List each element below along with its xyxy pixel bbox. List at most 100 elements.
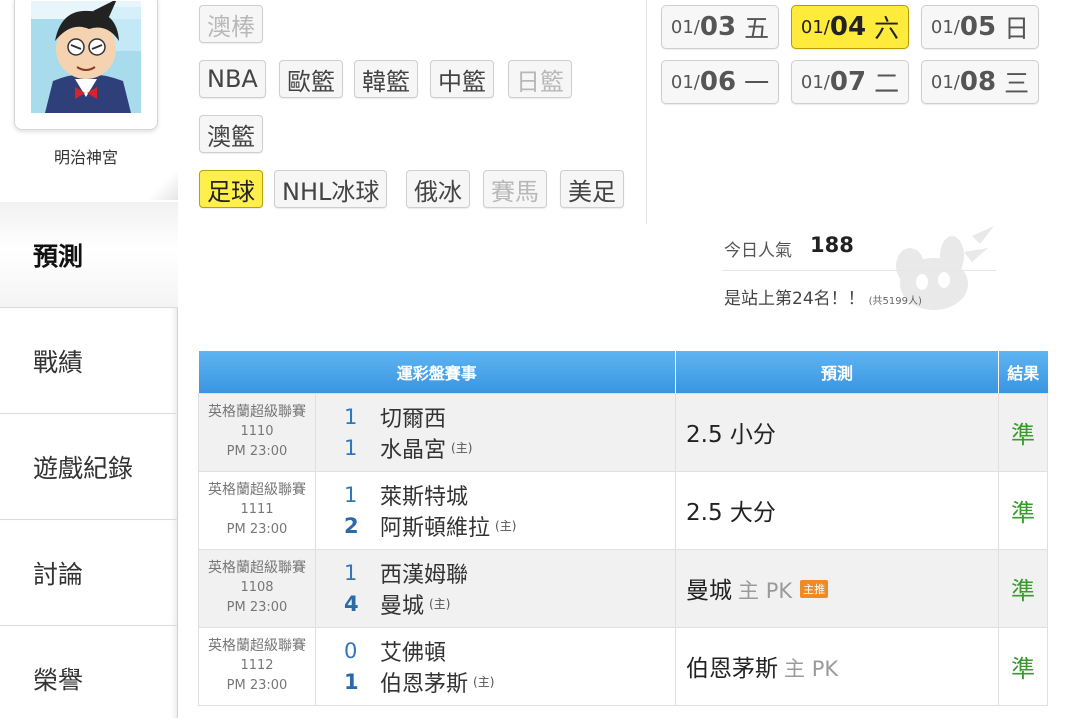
away-score: 1 (344, 482, 358, 507)
category-tag[interactable]: 俄冰 (406, 170, 470, 208)
away-team: 0 艾佛頓 (344, 635, 675, 666)
date-weekday: 五 (744, 14, 770, 43)
game-meta: 英格蘭超級聯賽 1108 PM 23:00 (198, 548, 316, 628)
category-tag[interactable]: 澳棒 (199, 5, 263, 43)
date-day: 03 (699, 12, 737, 42)
date-day: 05 (959, 12, 997, 42)
game-code: 1112 (240, 658, 274, 673)
nav-item-label: 榮譽 (33, 665, 84, 695)
rank-total: (共5199人) (868, 296, 922, 307)
date-weekday: 六 (874, 14, 900, 43)
category-tag[interactable]: 澳籃 (199, 115, 263, 153)
date-month: 01/ (670, 71, 700, 93)
home-team-name[interactable]: 阿斯頓維拉 (380, 510, 490, 542)
date-button[interactable]: 01/05 日 (921, 5, 1039, 49)
prediction-cell: 曼城主 PK 主推 (675, 548, 1000, 628)
recommend-badge: 主推 (800, 579, 829, 598)
prediction-cell: 2.5 大分 (675, 470, 1000, 550)
home-marker: (主) (429, 597, 451, 611)
away-team: 1 切爾西 (344, 401, 675, 432)
game-meta: 英格蘭超級聯賽 1110 PM 23:00 (198, 392, 316, 472)
away-team-name[interactable]: 切爾西 (380, 401, 446, 433)
prediction-text: 伯恩茅斯 (686, 656, 779, 682)
header-event: 運彩盤賽事 (198, 351, 677, 393)
home-team-name[interactable]: 伯恩茅斯 (380, 666, 468, 698)
category-tag[interactable]: 美足 (560, 170, 624, 208)
result-cell: 準 (998, 548, 1049, 628)
prediction-text: 2.5 大分 (686, 500, 776, 526)
away-score: 1 (344, 404, 358, 429)
home-score: 4 (344, 591, 359, 616)
game-time: PM 23:00 (226, 522, 288, 537)
category-tag[interactable]: NHL冰球 (274, 170, 388, 208)
date-month: 01/ (930, 16, 960, 38)
date-month: 01/ (800, 16, 830, 38)
home-score: 1 (344, 435, 358, 460)
home-team: 4 曼城 (主) (344, 588, 675, 619)
league-name: 英格蘭超級聯賽 (208, 404, 306, 420)
date-month: 01/ (800, 71, 830, 93)
prediction-sub: 主 PK (738, 579, 793, 603)
game-teams: 1 萊斯特城 2 阿斯頓維拉 (主) (314, 470, 677, 550)
avatar-image (31, 1, 141, 113)
username[interactable]: 明治神宮 (0, 144, 172, 168)
home-marker: (主) (451, 441, 473, 455)
table-row[interactable]: 英格蘭超級聯賽 1112 PM 23:00 0 艾佛頓 1 伯恩茅斯 (主) 伯… (198, 626, 1049, 706)
table-row[interactable]: 英格蘭超級聯賽 1108 PM 23:00 1 西漢姆聯 4 曼城 (主) 曼城… (198, 548, 1049, 628)
nav-item-label: 戰績 (33, 347, 84, 377)
nav-item-record[interactable]: 戰績 (0, 308, 178, 414)
rank-label: 是站上第24名！！ (724, 289, 865, 309)
table-row[interactable]: 英格蘭超級聯賽 1111 PM 23:00 1 萊斯特城 2 阿斯頓維拉 (主)… (198, 470, 1049, 550)
divider (646, 0, 647, 224)
away-team: 1 西漢姆聯 (344, 557, 675, 588)
date-button[interactable]: 01/06 一 (661, 60, 779, 104)
games-table: 運彩盤賽事 預測 結果 英格蘭超級聯賽 1110 PM 23:00 1 切爾西 … (198, 351, 1049, 706)
home-team-name[interactable]: 水晶宮 (380, 432, 446, 464)
away-team-name[interactable]: 艾佛頓 (380, 635, 446, 667)
category-tag[interactable]: 賽馬 (483, 170, 547, 208)
category-tag[interactable]: 韓籃 (354, 60, 418, 98)
category-tag[interactable]: 日籃 (508, 60, 572, 98)
result-cell: 準 (998, 470, 1049, 550)
home-team-name[interactable]: 曼城 (380, 588, 424, 620)
away-team: 1 萊斯特城 (344, 479, 675, 510)
date-weekday: 二 (874, 69, 900, 98)
header-result: 結果 (998, 351, 1048, 393)
date-button[interactable]: 01/07 二 (791, 60, 909, 104)
home-marker: (主) (495, 519, 517, 533)
date-month: 01/ (670, 16, 700, 38)
category-tag[interactable]: NBA (199, 60, 266, 98)
nav-item-label: 遊戲紀錄 (33, 453, 134, 483)
date-month: 01/ (930, 71, 960, 93)
prediction-text: 2.5 小分 (686, 422, 776, 448)
league-name: 英格蘭超級聯賽 (208, 482, 306, 498)
prediction-sub: 主 PK (784, 657, 839, 681)
away-team-name[interactable]: 萊斯特城 (380, 479, 468, 511)
nav-item-predict[interactable]: 預測 (0, 202, 178, 308)
nav-item-honors[interactable]: 榮譽 (0, 626, 178, 718)
game-code: 1111 (240, 502, 274, 517)
date-day: 06 (699, 67, 737, 97)
game-code: 1110 (240, 424, 274, 439)
home-score: 2 (344, 513, 359, 538)
avatar-card[interactable] (14, 0, 158, 130)
nav-item-game-log[interactable]: 遊戲紀錄 (0, 414, 178, 520)
nav-item-label: 預測 (33, 241, 84, 271)
game-teams: 1 西漢姆聯 4 曼城 (主) (314, 548, 677, 628)
date-button[interactable]: 01/08 三 (921, 60, 1039, 104)
away-team-name[interactable]: 西漢姆聯 (380, 557, 468, 589)
date-weekday: 一 (744, 69, 770, 98)
avatar[interactable] (31, 1, 141, 113)
date-weekday: 日 (1004, 14, 1030, 43)
game-teams: 0 艾佛頓 1 伯恩茅斯 (主) (314, 626, 677, 706)
category-tag[interactable]: 歐籃 (279, 60, 343, 98)
category-tag[interactable]: 中籃 (430, 60, 494, 98)
date-button-active[interactable]: 01/04 六 (791, 5, 909, 49)
category-tag-active[interactable]: 足球 (199, 170, 263, 208)
table-row[interactable]: 英格蘭超級聯賽 1110 PM 23:00 1 切爾西 1 水晶宮 (主) 2.… (198, 392, 1049, 472)
nav-item-discussion[interactable]: 討論 (0, 520, 178, 626)
game-time: PM 23:00 (226, 678, 288, 693)
date-button[interactable]: 01/03 五 (661, 5, 779, 49)
prediction-cell: 伯恩茅斯主 PK (675, 626, 1000, 706)
prediction-cell: 2.5 小分 (675, 392, 1000, 472)
